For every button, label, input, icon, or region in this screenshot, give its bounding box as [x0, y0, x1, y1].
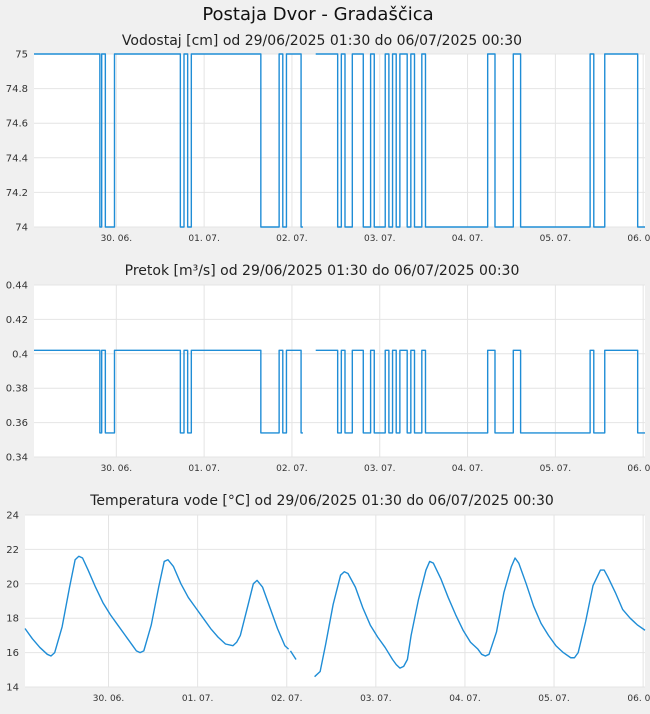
- x-tick-label: 04. 07.: [449, 694, 481, 704]
- y-tick-label: 18: [6, 614, 19, 625]
- x-tick-label: 02. 07.: [271, 694, 303, 704]
- chart-panel-2: Pretok [m³/s] od 29/06/2025 01:30 do 06/…: [6, 263, 650, 474]
- x-tick-label: 06. 07.: [627, 464, 650, 474]
- y-tick-label: 0.38: [6, 384, 28, 395]
- x-tick-label: 03. 07.: [360, 694, 392, 704]
- y-tick-label: 74.6: [6, 119, 28, 130]
- y-tick-label: 0.34: [6, 453, 28, 464]
- x-tick-label: 30. 06.: [101, 234, 133, 244]
- page-title: Postaja Dvor - Gradaščica: [202, 4, 433, 25]
- y-tick-label: 16: [6, 648, 19, 659]
- chart-panel-1: Vodostaj [cm] od 29/06/2025 01:30 do 06/…: [6, 33, 650, 244]
- x-tick-label: 30. 06.: [101, 464, 133, 474]
- y-tick-label: 75: [15, 50, 28, 61]
- x-tick-label: 05. 07.: [540, 234, 572, 244]
- chart-panels: Vodostaj [cm] od 29/06/2025 01:30 do 06/…: [6, 33, 650, 704]
- plot-page: Postaja Dvor - Gradaščica Vodostaj [cm] …: [0, 0, 650, 710]
- chart-panel-3: Temperatura vode [°C] od 29/06/2025 01:3…: [6, 493, 650, 704]
- x-tick-label: 03. 07.: [364, 464, 396, 474]
- plot-area: [34, 285, 645, 457]
- x-tick-label: 03. 07.: [364, 234, 396, 244]
- x-tick-label: 01. 07.: [182, 694, 214, 704]
- x-tick-label: 01. 07.: [188, 234, 220, 244]
- plot-area: [34, 54, 645, 227]
- y-tick-label: 74: [15, 223, 28, 234]
- x-tick-label: 06. 07.: [627, 694, 650, 704]
- y-tick-label: 22: [6, 545, 19, 556]
- y-tick-label: 0.44: [6, 281, 28, 292]
- chart-title: Temperatura vode [°C] od 29/06/2025 01:3…: [89, 493, 554, 509]
- y-tick-label: 74.8: [6, 84, 28, 95]
- x-tick-label: 05. 07.: [538, 694, 570, 704]
- x-tick-label: 06. 07.: [627, 234, 650, 244]
- chart-title: Vodostaj [cm] od 29/06/2025 01:30 do 06/…: [122, 33, 522, 49]
- plot-area: [25, 515, 645, 687]
- y-tick-label: 24: [6, 511, 19, 522]
- charts-canvas: Postaja Dvor - Gradaščica Vodostaj [cm] …: [6, 4, 650, 704]
- y-tick-label: 0.4: [12, 349, 28, 360]
- x-tick-label: 02. 07.: [276, 234, 308, 244]
- x-tick-label: 04. 07.: [452, 464, 484, 474]
- x-tick-label: 30. 06.: [93, 694, 125, 704]
- y-tick-label: 0.36: [6, 418, 28, 429]
- x-tick-label: 02. 07.: [276, 464, 308, 474]
- x-tick-label: 04. 07.: [452, 234, 484, 244]
- y-tick-label: 0.42: [6, 315, 28, 326]
- y-tick-label: 20: [6, 579, 19, 590]
- y-tick-label: 74.4: [6, 153, 28, 164]
- chart-title: Pretok [m³/s] od 29/06/2025 01:30 do 06/…: [125, 263, 520, 279]
- y-tick-label: 74.2: [6, 188, 28, 199]
- x-tick-label: 01. 07.: [188, 464, 220, 474]
- x-tick-label: 05. 07.: [540, 464, 572, 474]
- y-tick-label: 14: [6, 683, 19, 694]
